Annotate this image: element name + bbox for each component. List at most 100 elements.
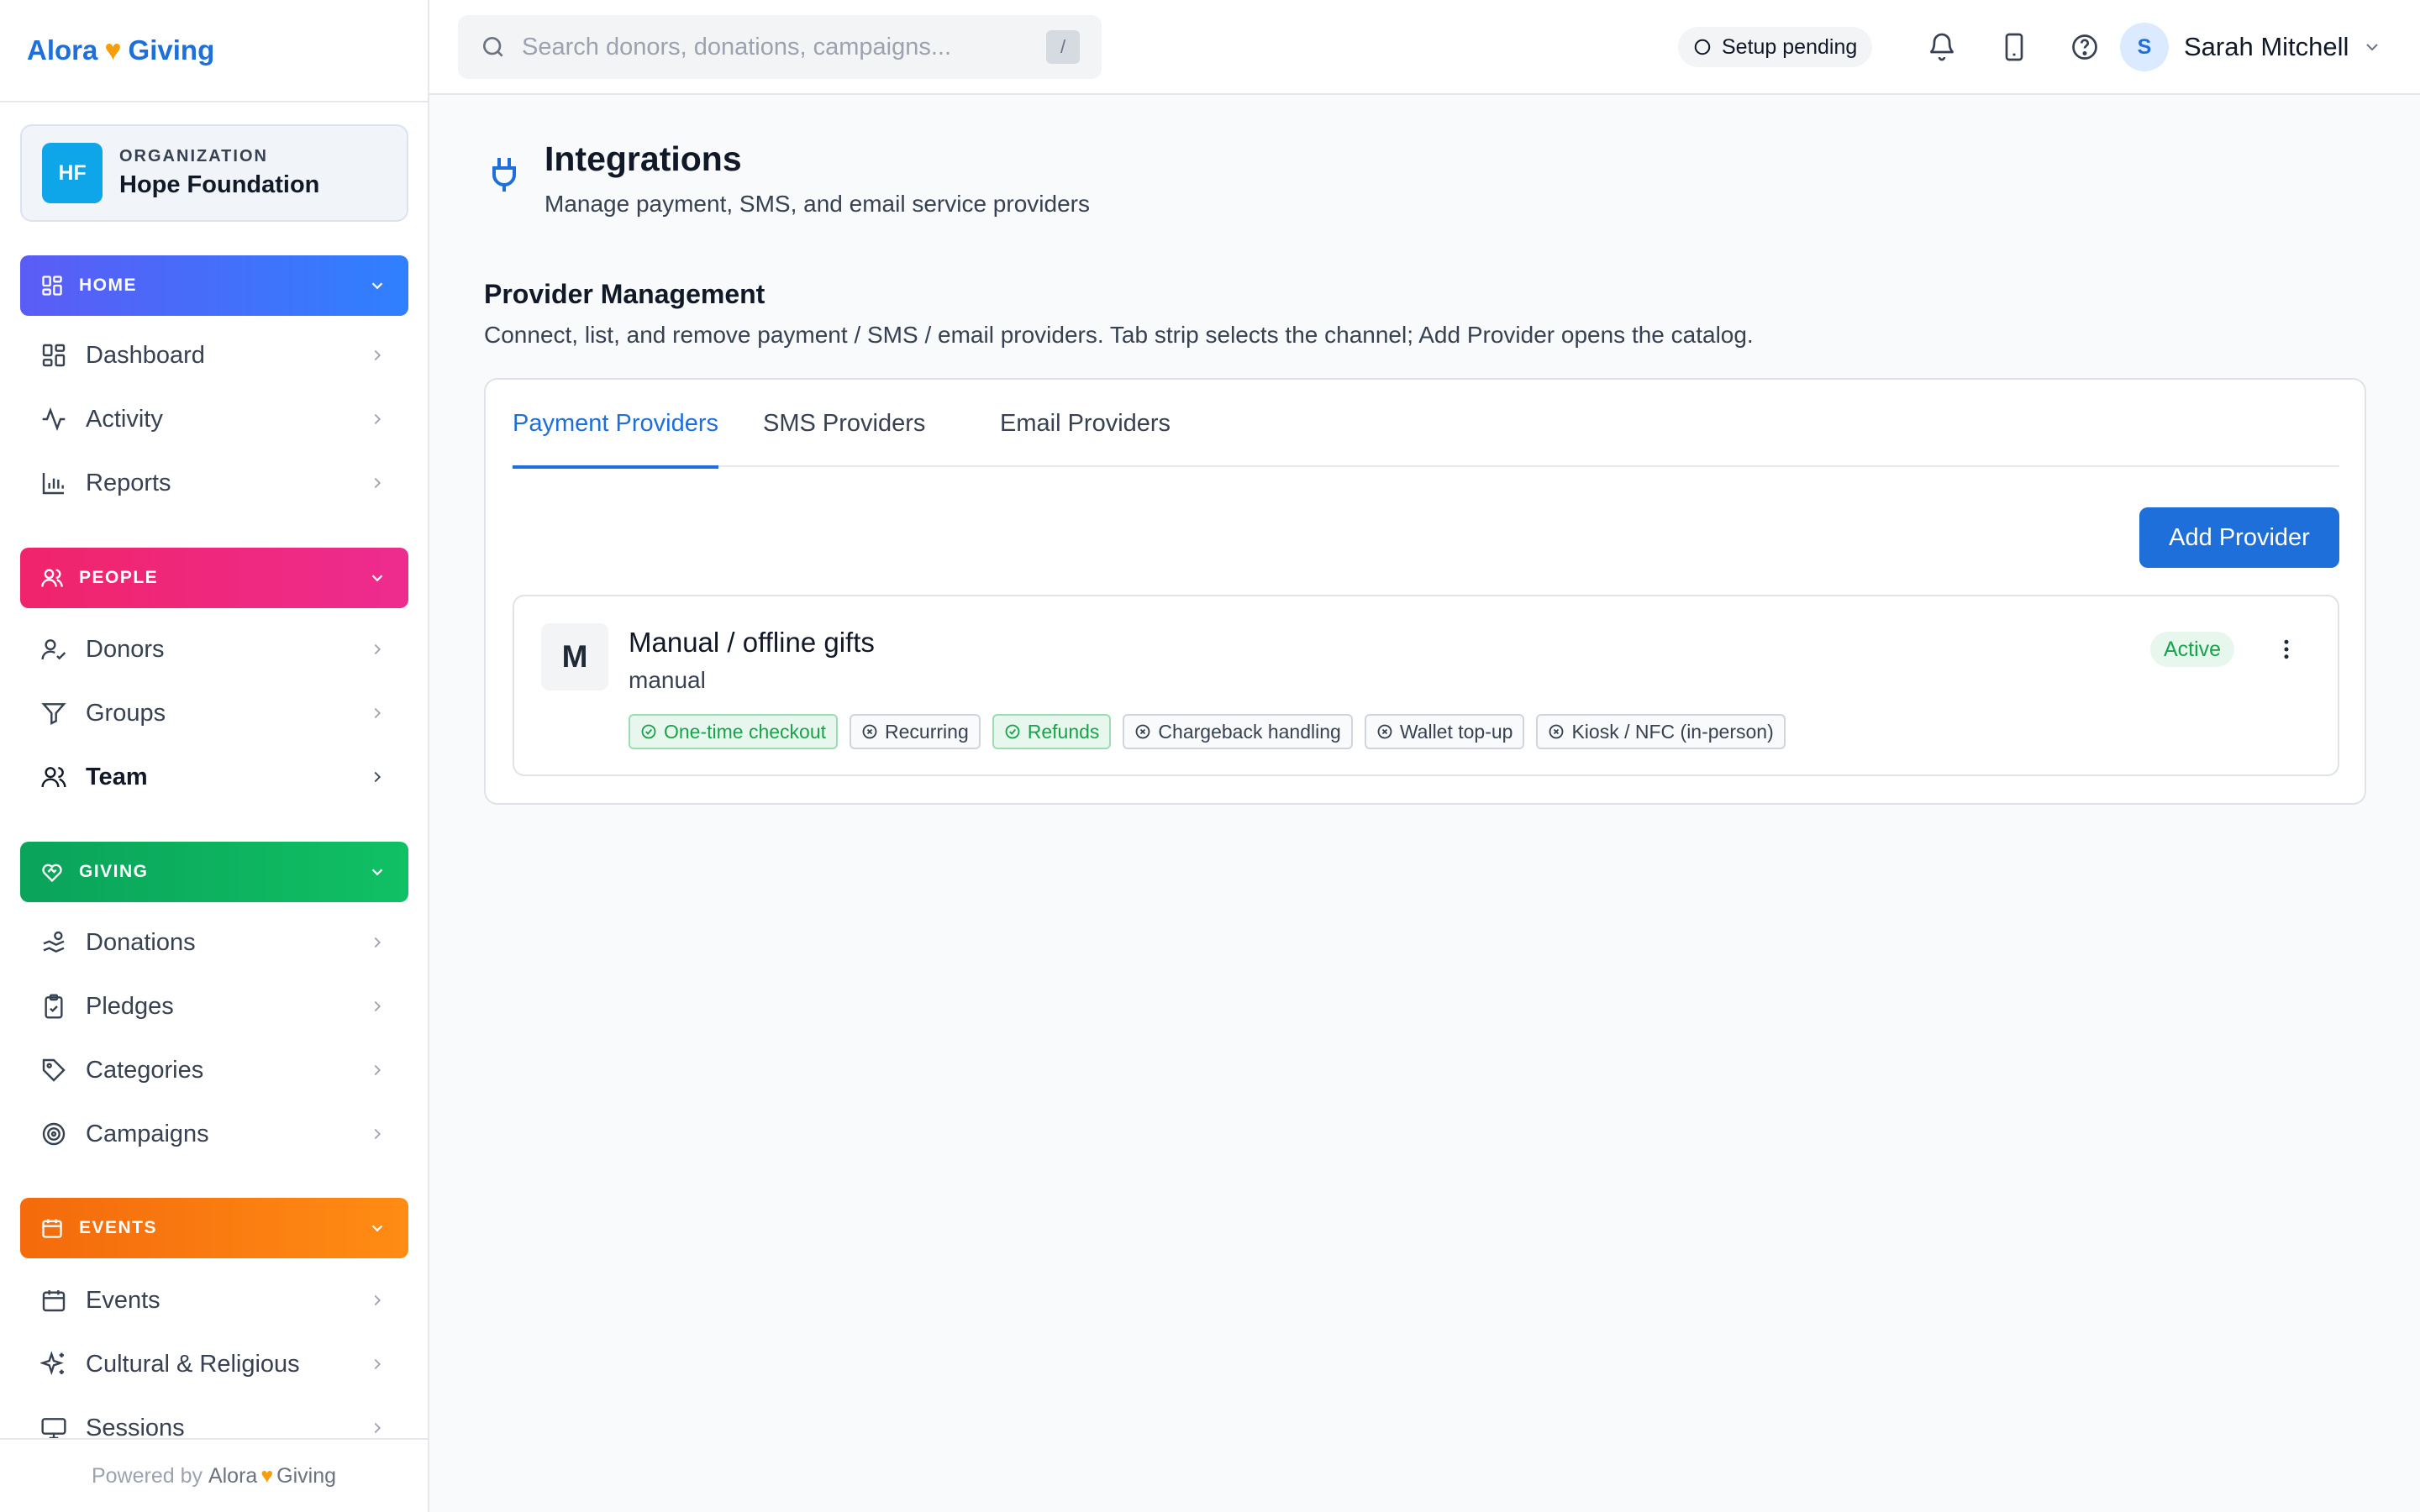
x-circle-icon <box>1376 723 1393 740</box>
topbar: / Setup pending S Sarah Mitchell <box>429 0 2420 95</box>
bell-icon <box>1927 32 1957 62</box>
sidebar-item-label: Activity <box>86 405 163 433</box>
capability-badge: Recurring <box>850 714 981 749</box>
sidebar-item-pledges[interactable]: Pledges <box>20 979 408 1033</box>
calendar-icon <box>40 1216 64 1240</box>
provider-type: manual <box>629 667 706 693</box>
tab-email-providers[interactable]: Email Providers <box>1000 380 1171 467</box>
organization-caption: ORGANIZATION <box>119 147 268 165</box>
section-events[interactable]: EVENTS <box>20 1198 408 1258</box>
footer-brand-word-1: Alora <box>208 1463 258 1488</box>
heart-icon: ♥ <box>260 1463 274 1488</box>
chevron-down-icon <box>368 569 387 587</box>
chevron-down-icon <box>368 863 387 881</box>
brand-logo[interactable]: Alora ♥ Giving <box>0 0 428 102</box>
sidebar-item-team[interactable]: Team <box>20 750 408 804</box>
search-input[interactable] <box>522 33 1046 61</box>
chevron-right-icon <box>368 933 387 952</box>
heart-handshake-icon <box>40 860 64 884</box>
chevron-right-icon <box>368 1061 387 1079</box>
sidebar-item-dashboard[interactable]: Dashboard <box>20 328 408 382</box>
chevron-right-icon <box>368 410 387 428</box>
setup-status-label: Setup pending <box>1722 34 1858 59</box>
sidebar-item-reports[interactable]: Reports <box>20 456 408 510</box>
calendar-icon <box>40 1287 67 1314</box>
sidebar-item-label: Categories <box>86 1056 204 1084</box>
chevron-right-icon <box>368 1125 387 1143</box>
section-home-label: HOME <box>79 276 137 295</box>
search-box[interactable]: / <box>458 15 1102 79</box>
section-people[interactable]: PEOPLE <box>20 548 408 608</box>
sidebar-item-label: Team <box>86 763 148 790</box>
clipboard-check-icon <box>40 993 67 1020</box>
capability-label: Refunds <box>1027 720 1100 743</box>
provider-panel: Payment Providers SMS Providers Email Pr… <box>484 378 2366 805</box>
more-vertical-icon[interactable] <box>2269 632 2304 667</box>
check-circle-icon <box>640 723 657 740</box>
grid-icon <box>40 274 64 297</box>
check-circle-icon <box>1004 723 1021 740</box>
user-check-icon <box>40 636 67 663</box>
chevron-down-icon <box>2362 37 2382 57</box>
sidebar-item-label: Events <box>86 1286 160 1314</box>
search-icon <box>480 34 507 60</box>
capability-label: Chargeback handling <box>1158 720 1341 743</box>
bar-chart-icon <box>40 470 67 496</box>
x-circle-icon <box>1548 723 1565 740</box>
organization-avatar: HF <box>42 143 103 203</box>
sidebar-item-donations[interactable]: Donations <box>20 916 408 969</box>
add-provider-button[interactable]: Add Provider <box>2139 507 2339 568</box>
avatar: S <box>2120 23 2169 71</box>
sidebar-item-activity[interactable]: Activity <box>20 392 408 446</box>
organization-switcher[interactable]: HF ORGANIZATION Hope Foundation <box>20 124 408 222</box>
footer-prefix: Powered by <box>91 1463 203 1488</box>
sidebar-item-donors[interactable]: Donors <box>20 622 408 676</box>
tab-sms-providers[interactable]: SMS Providers <box>763 380 925 467</box>
section-people-label: PEOPLE <box>79 568 159 587</box>
capability-badge: Kiosk / NFC (in-person) <box>1536 714 1786 749</box>
provider-card[interactable]: M Manual / offline gifts manual One-time… <box>513 595 2339 776</box>
setup-status-pill[interactable]: Setup pending <box>1678 27 1873 67</box>
user-name: Sarah Mitchell <box>2184 32 2349 61</box>
capability-label: Kiosk / NFC (in-person) <box>1571 720 1774 743</box>
page-subtitle: Manage payment, SMS, and email service p… <box>544 191 1090 217</box>
plug-icon <box>484 155 524 195</box>
channel-tabs: Payment Providers SMS Providers Email Pr… <box>513 380 2339 469</box>
sidebar-item-label: Cultural & Religious <box>86 1350 300 1378</box>
capability-label: Wallet top-up <box>1399 720 1513 743</box>
capability-list: One-time checkout Recurring Refunds Char… <box>629 714 1797 749</box>
search-shortcut-hint: / <box>1046 30 1080 64</box>
section-giving-label: GIVING <box>79 862 149 881</box>
sidebar: Alora ♥ Giving HF ORGANIZATION Hope Foun… <box>0 0 429 1512</box>
section-giving[interactable]: GIVING <box>20 842 408 902</box>
users-icon <box>40 566 64 590</box>
help-button[interactable] <box>2065 27 2105 67</box>
tab-payment-providers[interactable]: Payment Providers <box>513 380 718 469</box>
chevron-right-icon <box>368 640 387 659</box>
dashboard-icon <box>40 342 67 369</box>
sidebar-item-campaigns[interactable]: Campaigns <box>20 1107 408 1161</box>
mobile-preview-button[interactable] <box>1994 27 2034 67</box>
activity-icon <box>40 406 67 433</box>
notifications-button[interactable] <box>1922 27 1962 67</box>
footer-brand-word-2: Giving <box>276 1463 337 1488</box>
x-circle-icon <box>1134 723 1151 740</box>
target-icon <box>40 1121 67 1147</box>
chevron-right-icon <box>368 997 387 1016</box>
chevron-right-icon <box>368 346 387 365</box>
sidebar-item-events[interactable]: Events <box>20 1273 408 1327</box>
sparkles-icon <box>40 1351 67 1378</box>
section-home[interactable]: HOME <box>20 255 408 316</box>
sidebar-item-categories[interactable]: Categories <box>20 1043 408 1097</box>
chevron-right-icon <box>368 474 387 492</box>
sidebar-item-groups[interactable]: Groups <box>20 686 408 740</box>
page-title: Integrations <box>544 139 742 178</box>
help-circle-icon <box>2070 32 2100 62</box>
user-menu[interactable]: S Sarah Mitchell <box>2120 22 2382 72</box>
sidebar-item-cultural-religious[interactable]: Cultural & Religious <box>20 1337 408 1391</box>
capability-badge: Chargeback handling <box>1123 714 1353 749</box>
provider-name: Manual / offline gifts <box>629 627 875 658</box>
sidebar-item-label: Dashboard <box>86 341 205 369</box>
capability-label: One-time checkout <box>664 720 827 743</box>
provider-avatar: M <box>541 623 608 690</box>
